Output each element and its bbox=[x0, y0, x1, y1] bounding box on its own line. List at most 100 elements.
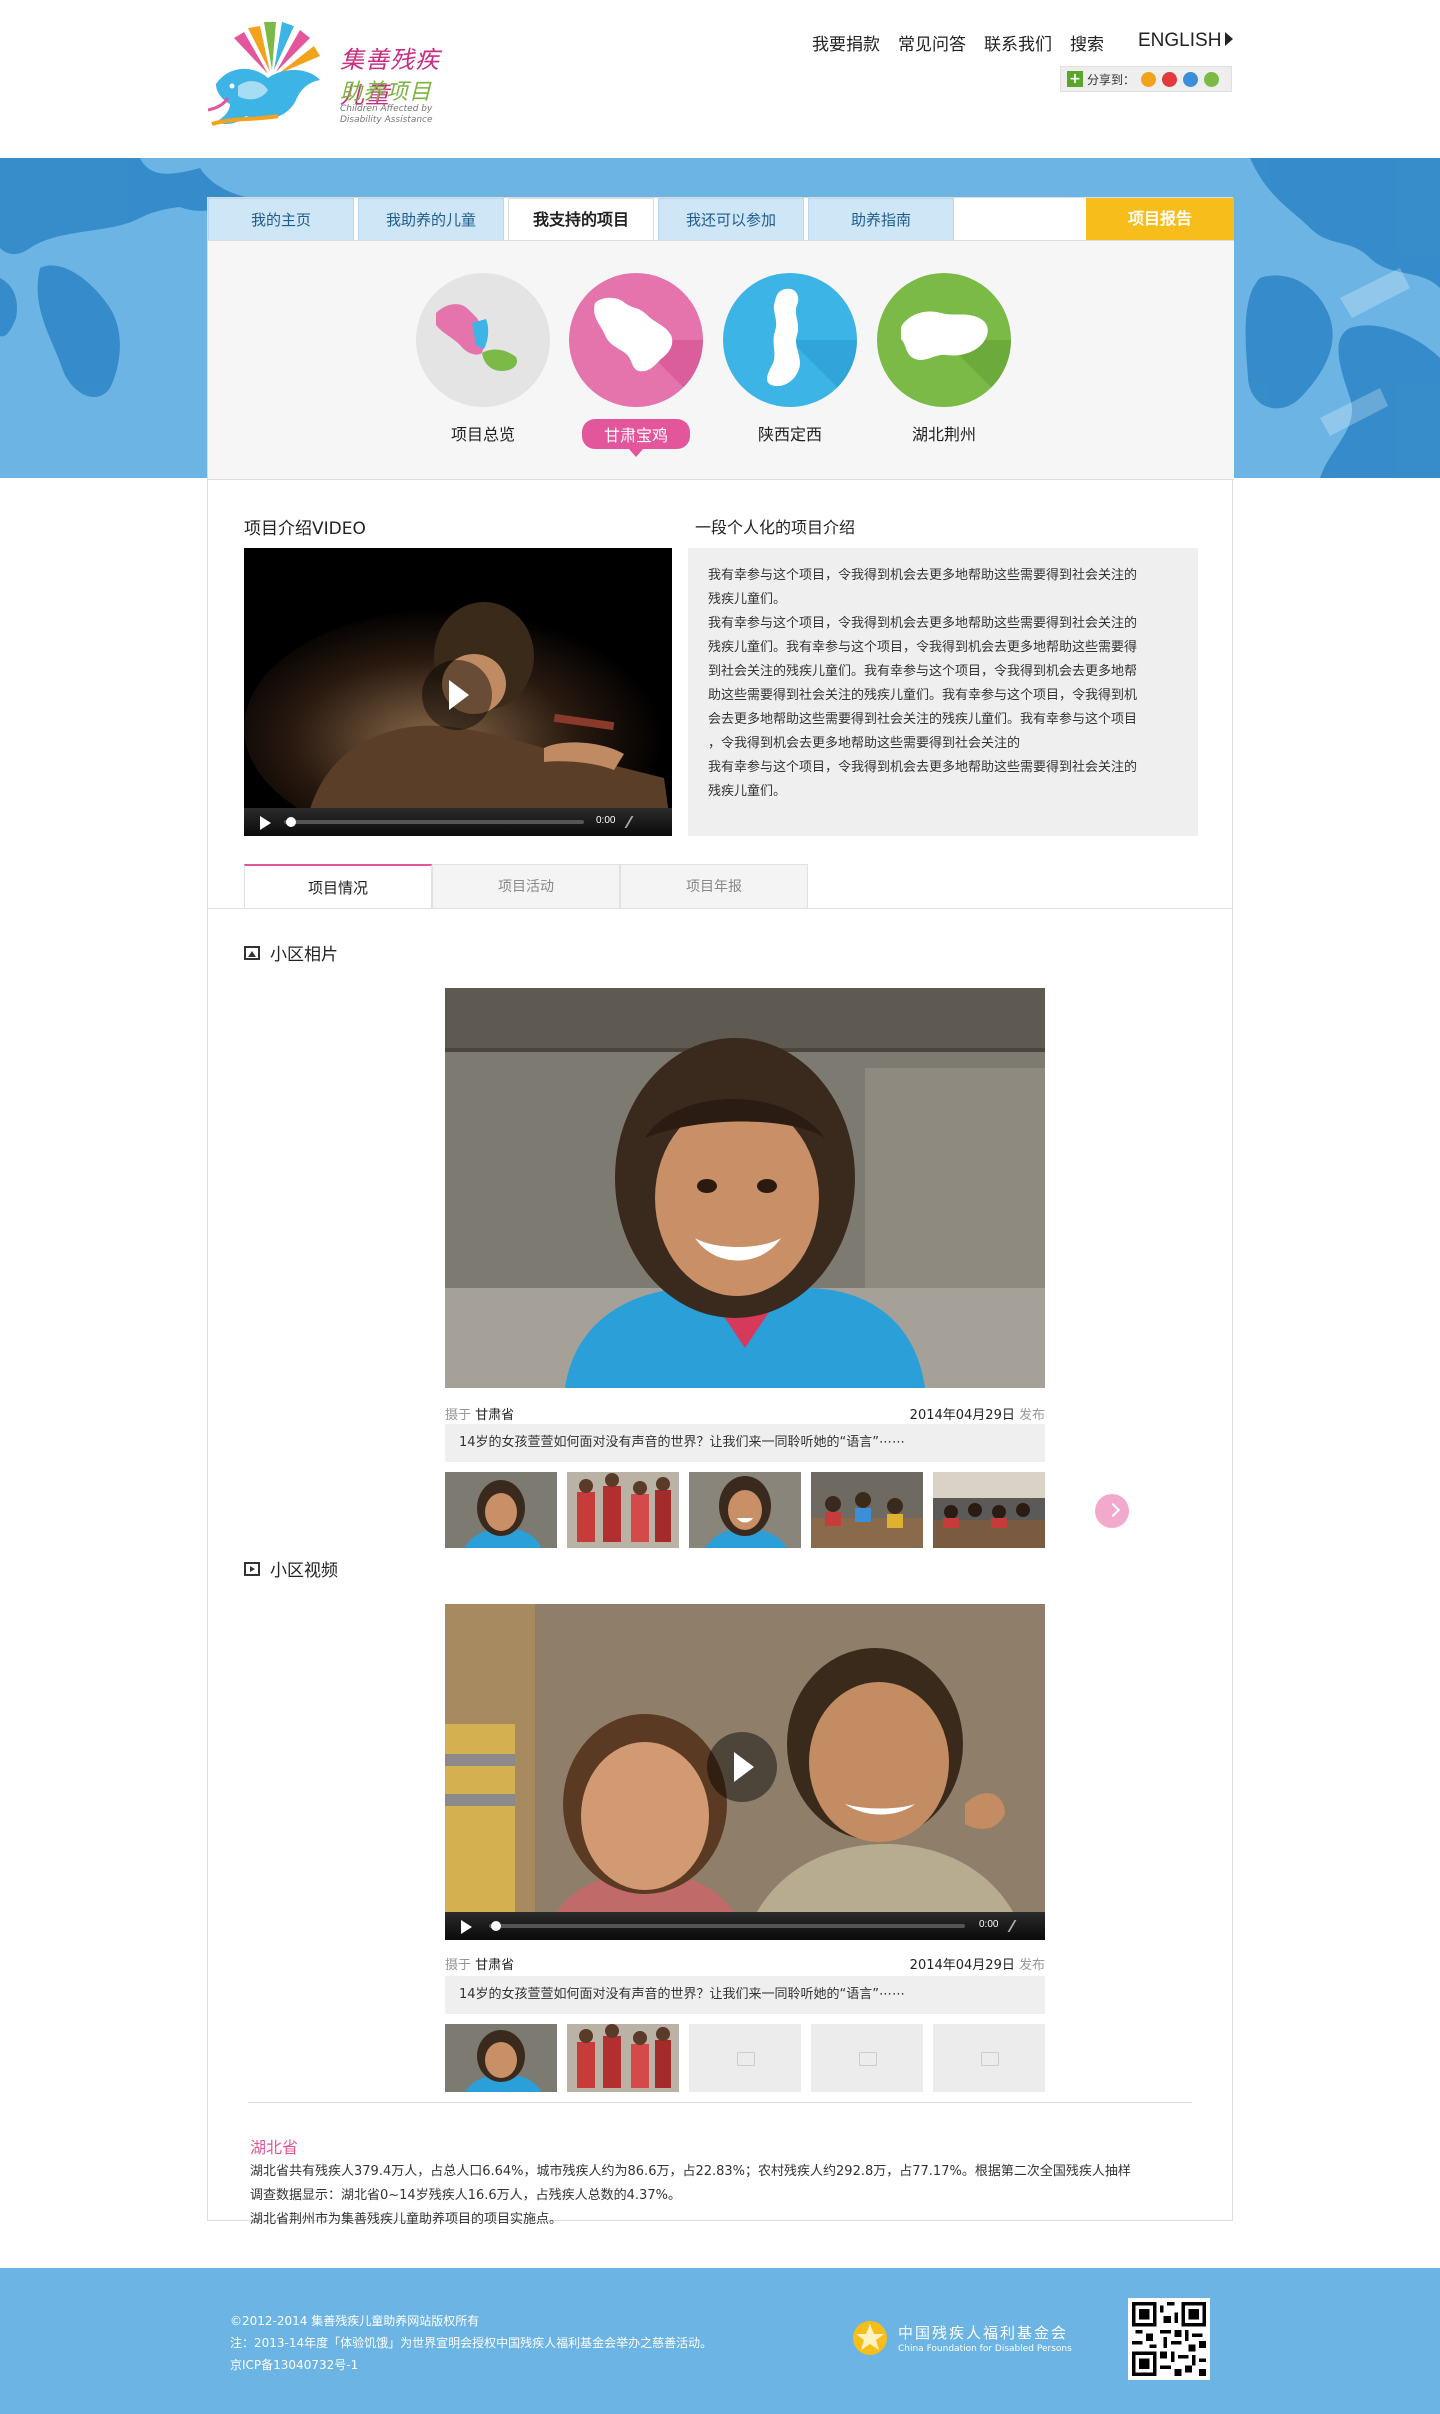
video-caption[interactable]: 14岁的女孩萱萱如何面对没有声音的世界？让我们来一同聆听她的“语言”⋯⋯ bbox=[445, 1976, 1045, 2014]
project-shaanxi-label: 陕西定西 bbox=[757, 425, 822, 444]
tab-project-status[interactable]: 项目情况 bbox=[244, 864, 432, 908]
nav-contact-link[interactable]: 联系我们 bbox=[984, 30, 1052, 55]
intro-line: 到社会关注的残疾儿童们。我有幸参与这个项目，令我得到机会去更多地帮 bbox=[708, 664, 1138, 679]
qr-code-icon bbox=[1132, 2302, 1206, 2376]
intro-line: 残疾儿童们。 bbox=[708, 784, 787, 799]
footer-icp[interactable]: 京ICP备13040732号-1 bbox=[230, 2354, 712, 2376]
footer-text: ©2012-2014 集善残疾儿童助养网站版权所有 注：2013-14年度「体验… bbox=[230, 2310, 712, 2376]
tab-project-activities[interactable]: 项目活动 bbox=[432, 864, 620, 908]
video-thumb-placeholder-1[interactable] bbox=[689, 2024, 801, 2092]
video-thumb-placeholder-3[interactable] bbox=[933, 2024, 1045, 2092]
shaanxi-map-icon bbox=[723, 273, 857, 407]
dove-logo-icon bbox=[208, 22, 320, 126]
video2-volume-icon[interactable] bbox=[1007, 1920, 1027, 1932]
project-gansu-baoji[interactable]: 甘肃宝鸡 bbox=[569, 273, 703, 457]
video-volume-icon[interactable] bbox=[624, 816, 644, 828]
thumbs-next-button[interactable] bbox=[1095, 1494, 1129, 1528]
english-language-link[interactable]: ENGLISH bbox=[1138, 30, 1233, 52]
share-bar: + 分享到： bbox=[1060, 66, 1232, 92]
logo-cn-line2: 助养项目 bbox=[340, 80, 433, 105]
share-qzone-icon[interactable] bbox=[1141, 71, 1157, 87]
project-hubei-jingzhou[interactable]: 湖北荆州 bbox=[877, 273, 1011, 445]
site-header: 集善残疾儿童 助养项目 Children Affected by Disabil… bbox=[0, 0, 1440, 158]
gansu-map-icon bbox=[569, 273, 703, 407]
video-publish: 发布 bbox=[1018, 1958, 1045, 1973]
video-location: 甘肃省 bbox=[475, 1958, 515, 1973]
video2-progress-knob[interactable] bbox=[491, 1921, 501, 1931]
photo-thumb-2[interactable] bbox=[567, 1472, 679, 1548]
share-wechat-icon[interactable] bbox=[1204, 71, 1220, 87]
province-divider bbox=[248, 2102, 1192, 2103]
site-footer: ©2012-2014 集善残疾儿童助养网站版权所有 注：2013-14年度「体验… bbox=[0, 2268, 1440, 2414]
video2-controls: 0:00 bbox=[445, 1912, 1045, 1940]
video-thumb-placeholder-2[interactable] bbox=[811, 2024, 923, 2092]
tab-my-children[interactable]: 我助养的儿童 bbox=[358, 198, 504, 240]
tab-my-home[interactable]: 我的主页 bbox=[208, 198, 354, 240]
project-overview-label: 项目总览 bbox=[450, 425, 515, 444]
main-video-boys[interactable]: 0:00 bbox=[445, 1604, 1045, 1940]
tab-supported-projects[interactable]: 我支持的项目 bbox=[508, 198, 654, 242]
cfdp-name-cn: 中国残疾人福利基金会 bbox=[898, 2324, 1069, 2342]
province-title: 湖北省 bbox=[250, 2138, 299, 2157]
tabs-divider bbox=[208, 908, 1232, 909]
intro-line: 我有幸参与这个项目，令我得到机会去更多地帮助这些需要得到社会关注的 bbox=[708, 616, 1138, 631]
hubei-map-icon bbox=[877, 273, 1011, 407]
share-tencent-icon[interactable] bbox=[1183, 71, 1199, 87]
photo-location: 甘肃省 bbox=[475, 1408, 515, 1423]
video2-play-icon[interactable] bbox=[461, 1920, 472, 1934]
tab-guide[interactable]: 助养指南 bbox=[808, 198, 954, 240]
nav-donate-link[interactable]: 我要捐款 bbox=[812, 30, 880, 55]
photos-section-heading: 小区相片 bbox=[244, 940, 338, 965]
video-section-title: 项目介绍VIDEO bbox=[244, 519, 366, 539]
top-nav: 我要捐款 常见问答 联系我们 搜索 bbox=[812, 30, 1104, 55]
nav-search-link[interactable]: 搜索 bbox=[1070, 30, 1104, 55]
video-thumb-2[interactable] bbox=[567, 2024, 679, 2092]
girl-photo-drawing bbox=[445, 988, 1045, 1388]
cfdp-emblem-icon bbox=[853, 2321, 887, 2355]
photo-caption[interactable]: 14岁的女孩萱萱如何面对没有声音的世界？让我们来一同聆听她的“语言”⋯⋯ bbox=[445, 1424, 1045, 1462]
photo-thumb-5[interactable] bbox=[933, 1472, 1045, 1548]
photo-thumb-4[interactable] bbox=[811, 1472, 923, 1548]
footer-note: 注：2013-14年度「体验饥饿」为世界宣明会授权中国残疾人福利基金会举办之慈善… bbox=[230, 2336, 713, 2350]
intro-line: 助这些需要得到社会关注的残疾儿童们。我有幸参与这个项目，令我得到机 bbox=[708, 688, 1138, 703]
video2-time: 0:00 bbox=[979, 1919, 999, 1930]
cfdp-logo[interactable]: 中国残疾人福利基金会 China Foundation for Disabled… bbox=[852, 2320, 1092, 2360]
tab-can-join[interactable]: 我还可以参加 bbox=[658, 198, 804, 240]
tab-project-annual-report[interactable]: 项目年报 bbox=[620, 864, 808, 908]
video-play-icon[interactable] bbox=[260, 816, 271, 830]
nav-faq-link[interactable]: 常见问答 bbox=[898, 30, 966, 55]
tab-project-report[interactable]: 项目报告 bbox=[1086, 198, 1234, 240]
cfdp-name-en: China Foundation for Disabled Persons bbox=[898, 2344, 1072, 2354]
project-hubei-label: 湖北荆州 bbox=[911, 425, 976, 444]
video-big-play-button[interactable] bbox=[422, 660, 492, 730]
site-logo[interactable]: 集善残疾儿童 助养项目 Children Affected by Disabil… bbox=[208, 20, 458, 135]
share-weibo-icon[interactable] bbox=[1162, 71, 1178, 87]
project-gansu-label: 甘肃宝鸡 bbox=[581, 419, 690, 457]
video-progress-knob[interactable] bbox=[286, 817, 296, 827]
photo-thumb-3[interactable] bbox=[689, 1472, 801, 1548]
video-taken-prefix: 摄于 bbox=[445, 1958, 472, 1973]
project-overview[interactable]: 项目总览 bbox=[416, 273, 550, 445]
videos-section-heading: 小区视频 bbox=[244, 1556, 338, 1581]
footer-copyright: ©2012-2014 集善残疾儿童助养网站版权所有 bbox=[230, 2314, 480, 2328]
video-thumb-1[interactable] bbox=[445, 2024, 557, 2092]
photo-date: 2014年04月29日 bbox=[909, 1408, 1015, 1423]
logo-en-line: Children Affected by Disability Assistan… bbox=[340, 104, 433, 125]
project-selector: 项目总览 甘肃宝鸡 陕西定西 湖北荆州 bbox=[208, 240, 1234, 480]
intro-video-player[interactable]: 0:00 bbox=[244, 548, 672, 836]
video2-progress-bar[interactable] bbox=[489, 1924, 965, 1928]
province-description: 湖北省共有残疾人379.4万人，占总人口6.64%，城市残疾人约为86.6万，占… bbox=[250, 2160, 1200, 2232]
videos-section-title: 小区视频 bbox=[270, 1561, 338, 1581]
project-shaanxi-dingxi[interactable]: 陕西定西 bbox=[723, 273, 857, 445]
photo-thumb-1[interactable] bbox=[445, 1472, 557, 1548]
video2-big-play-button[interactable] bbox=[707, 1732, 777, 1802]
province-line: 调查数据显示：湖北省0~14岁残疾人16.6万人，占残疾人总数的4.37%。 bbox=[250, 2188, 681, 2203]
video-thumbnails bbox=[445, 2024, 1065, 2092]
main-tabs: 我的主页 我助养的儿童 我支持的项目 我还可以参加 助养指南 项目报告 bbox=[208, 198, 1234, 242]
intro-line: 残疾儿童们。我有幸参与这个项目，令我得到机会去更多地帮助这些需要得 bbox=[708, 640, 1138, 655]
picture-icon bbox=[244, 945, 260, 960]
video-progress-bar[interactable] bbox=[284, 820, 584, 824]
intro-text-box: 我有幸参与这个项目，令我得到机会去更多地帮助这些需要得到社会关注的 残疾儿童们。… bbox=[688, 548, 1198, 836]
main-photo-girl[interactable] bbox=[445, 988, 1045, 1388]
share-plus-icon[interactable]: + bbox=[1067, 71, 1083, 87]
